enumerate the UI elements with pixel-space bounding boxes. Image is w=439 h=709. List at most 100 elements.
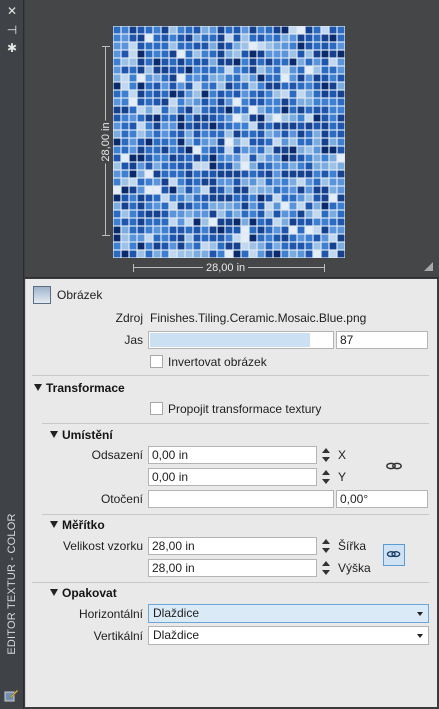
mosaic-tile: [233, 194, 241, 202]
mosaic-tile: [153, 242, 161, 250]
sample-height-input[interactable]: 28,00 in: [148, 559, 317, 577]
mosaic-tile: [265, 170, 273, 178]
mosaic-tile: [145, 226, 153, 234]
mosaic-tile: [337, 34, 345, 42]
mosaic-tile: [161, 138, 169, 146]
mosaic-tile: [193, 98, 201, 106]
mosaic-tile: [241, 170, 249, 178]
mosaic-tile: [281, 226, 289, 234]
mosaic-tile: [297, 186, 305, 194]
horizontal-repeat-select[interactable]: Dlaždice: [148, 604, 429, 623]
mosaic-tile: [137, 82, 145, 90]
mosaic-tile: [249, 234, 257, 242]
source-value[interactable]: Finishes.Tiling.Ceramic.Mosaic.Blue.png: [150, 311, 366, 325]
mosaic-tile: [137, 98, 145, 106]
mosaic-tile: [281, 82, 289, 90]
brightness-value-field[interactable]: 87: [336, 331, 428, 349]
mosaic-tile: [257, 226, 265, 234]
mosaic-tile: [305, 26, 313, 34]
mosaic-tile: [249, 154, 257, 162]
mosaic-tile: [225, 138, 233, 146]
height-dimension-label: 28,00 in: [100, 120, 112, 164]
mosaic-tile: [249, 138, 257, 146]
mosaic-tile: [265, 114, 273, 122]
settings-icon[interactable]: ✱: [5, 41, 19, 55]
mosaic-tile: [169, 138, 177, 146]
mosaic-tile: [289, 122, 297, 130]
mosaic-tile: [249, 74, 257, 82]
mosaic-tile: [153, 74, 161, 82]
image-icon[interactable]: [33, 286, 51, 304]
close-icon[interactable]: ✕: [5, 4, 19, 18]
mosaic-tile: [113, 170, 121, 178]
mosaic-tile: [265, 42, 273, 50]
offset-x-input[interactable]: 0,00 in: [148, 446, 317, 464]
mosaic-tile: [129, 162, 137, 170]
mosaic-tile: [241, 186, 249, 194]
brightness-slider[interactable]: [148, 331, 334, 349]
position-section-header[interactable]: Umístění: [50, 428, 113, 442]
mosaic-tile: [177, 250, 185, 258]
mosaic-tile: [257, 170, 265, 178]
scale-lock-link-icon[interactable]: [383, 544, 405, 566]
mosaic-tile: [321, 250, 329, 258]
sample-width-input[interactable]: 28,00 in: [148, 537, 317, 555]
transform-section-header[interactable]: Transformace: [34, 381, 125, 395]
repeat-section-header[interactable]: Opakovat: [50, 586, 117, 600]
mosaic-tile: [177, 114, 185, 122]
offset-y-spinner[interactable]: [319, 468, 332, 486]
mosaic-tile: [289, 58, 297, 66]
mosaic-tile: [121, 178, 129, 186]
sample-width-spinner[interactable]: [319, 537, 332, 555]
mosaic-tile: [193, 42, 201, 50]
mosaic-tile: [321, 178, 329, 186]
rotation-slider[interactable]: [148, 490, 334, 508]
mosaic-tile: [193, 74, 201, 82]
mosaic-tile: [145, 218, 153, 226]
link-texture-transforms-checkbox[interactable]: [150, 402, 163, 415]
mosaic-tile: [145, 138, 153, 146]
auto-hide-icon[interactable]: ⊣: [5, 23, 19, 37]
scale-section-header[interactable]: Měřítko: [50, 518, 105, 532]
mosaic-tile: [313, 66, 321, 74]
mosaic-tile: [241, 242, 249, 250]
mosaic-tile: [201, 186, 209, 194]
mosaic-tile: [329, 130, 337, 138]
mosaic-tile: [209, 170, 217, 178]
mosaic-tile: [137, 42, 145, 50]
mosaic-tile: [185, 194, 193, 202]
mosaic-tile: [217, 194, 225, 202]
mosaic-tile: [329, 234, 337, 242]
mosaic-tile: [201, 82, 209, 90]
mosaic-tile: [265, 122, 273, 130]
mosaic-tile: [145, 58, 153, 66]
mosaic-tile: [297, 26, 305, 34]
sample-height-spinner[interactable]: [319, 559, 332, 577]
offset-lock-link-icon[interactable]: [383, 455, 405, 477]
mosaic-tile: [169, 42, 177, 50]
mosaic-tile: [257, 82, 265, 90]
mosaic-tile: [233, 82, 241, 90]
mosaic-tile: [249, 242, 257, 250]
mosaic-tile: [113, 138, 121, 146]
resize-grip-icon[interactable]: [424, 262, 433, 271]
offset-y-input[interactable]: 0,00 in: [148, 468, 317, 486]
mosaic-tile: [209, 202, 217, 210]
mosaic-tile: [169, 218, 177, 226]
offset-x-spinner[interactable]: [319, 446, 332, 464]
invert-image-checkbox[interactable]: [150, 355, 163, 368]
mosaic-tile: [265, 34, 273, 42]
mosaic-tile: [209, 154, 217, 162]
mosaic-tile: [281, 74, 289, 82]
mosaic-tile: [337, 242, 345, 250]
mosaic-tile: [169, 146, 177, 154]
mosaic-tile: [161, 242, 169, 250]
vertical-repeat-select[interactable]: Dlaždice: [148, 626, 429, 645]
mosaic-tile: [129, 242, 137, 250]
mosaic-tile: [297, 34, 305, 42]
mosaic-tile: [193, 194, 201, 202]
rotation-value-field[interactable]: 0,00°: [336, 490, 428, 508]
collapse-triangle-icon: [50, 589, 58, 596]
mosaic-tile: [273, 242, 281, 250]
mosaic-tile: [233, 90, 241, 98]
